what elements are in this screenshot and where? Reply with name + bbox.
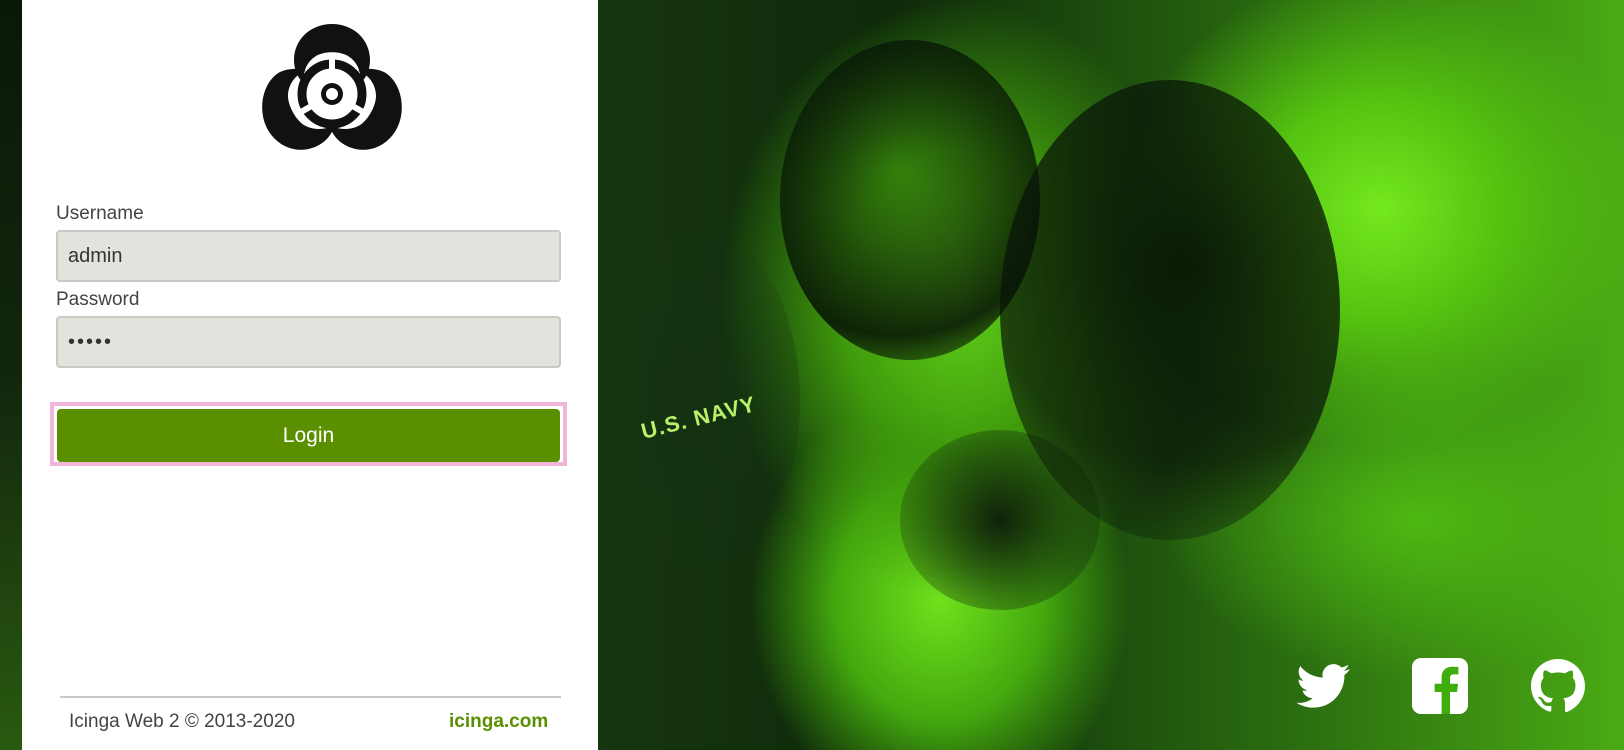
github-icon[interactable] (1528, 656, 1588, 716)
password-input[interactable] (56, 316, 561, 368)
footer-divider (60, 696, 561, 698)
login-panel: Username Password Login Icinga Web 2 © 2… (22, 0, 598, 750)
login-button[interactable]: Login (57, 409, 560, 462)
password-label: Password (56, 289, 140, 310)
login-form: Username Password (56, 202, 562, 374)
twitter-icon[interactable] (1294, 656, 1354, 716)
facebook-icon[interactable] (1410, 656, 1470, 716)
biohazard-icon (258, 18, 406, 156)
login-button-focus-ring: Login (50, 402, 567, 466)
icinga-link[interactable]: icinga.com (449, 710, 548, 734)
copyright-text: Icinga Web 2 © 2013-2020 (69, 711, 295, 732)
username-input[interactable] (56, 230, 561, 282)
username-label: Username (56, 203, 144, 224)
background-left-strip (0, 0, 22, 750)
